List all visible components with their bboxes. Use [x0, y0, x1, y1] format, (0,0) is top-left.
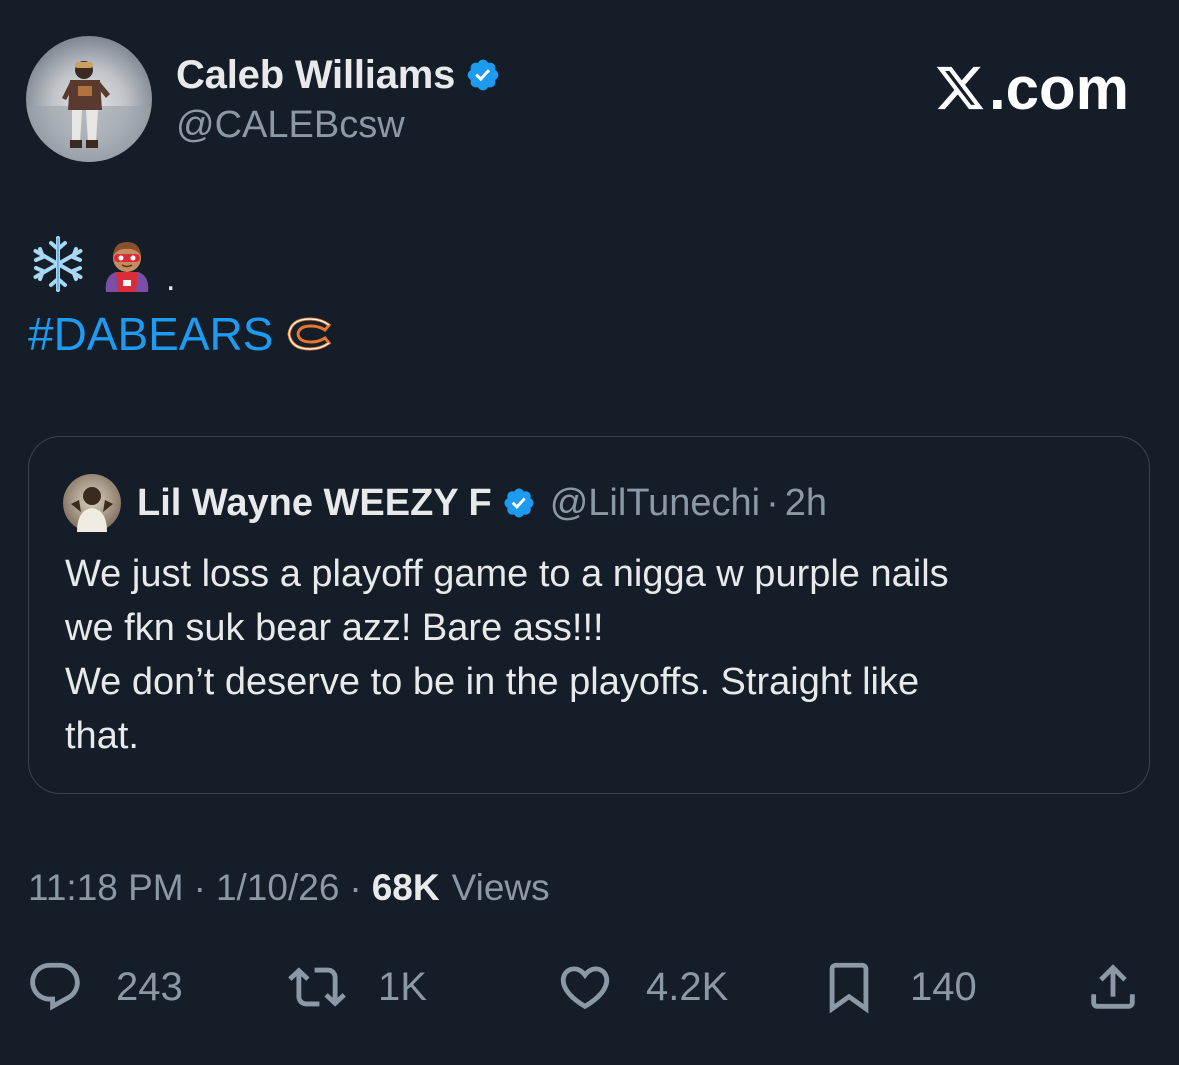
quoted-tweet-text: We just loss a playoff game to a nigga w…	[65, 547, 1115, 763]
author-handle[interactable]: @CALEBcsw	[176, 104, 405, 147]
quoted-separator: ·	[766, 481, 779, 524]
snowflake-icon	[33, 236, 83, 292]
quoted-avatar-image	[71, 487, 113, 532]
author-avatar[interactable]	[26, 36, 152, 162]
chicago-bears-logo-icon	[287, 317, 332, 351]
tweet-text: .	[28, 232, 176, 298]
reply-button[interactable]: 243	[26, 952, 183, 1022]
verified-badge-icon	[465, 57, 501, 93]
quoted-author-name[interactable]: Lil Wayne WEEZY F	[137, 482, 492, 525]
superhero-emoji-icon	[105, 242, 149, 292]
quoted-text-line: We just loss a playoff game to a nigga w…	[65, 553, 949, 595]
share-icon	[1091, 964, 1135, 1009]
quoted-author-handle[interactable]: @LilTunechi	[550, 482, 760, 525]
like-count: 4.2K	[646, 964, 729, 1009]
meta-separator: ·	[349, 867, 362, 908]
tweet-time[interactable]: 11:18 PM	[28, 867, 184, 909]
meta-separator: ·	[193, 867, 206, 908]
tweet-meta: 11:18 PM · 1/10/26 · 68K Views	[28, 866, 550, 910]
x-com-logo: .com	[933, 55, 1129, 122]
quoted-tweet-card[interactable]: Lil Wayne WEEZY F @LilTunechi · 2h We ju…	[28, 436, 1150, 794]
tweet-date[interactable]: 1/10/26	[216, 867, 339, 909]
repost-button[interactable]: 1K	[288, 952, 427, 1022]
site-label: .com	[988, 54, 1129, 122]
action-bar: 243 1K 4.2K 140	[26, 952, 1146, 1022]
quoted-author-avatar[interactable]	[63, 474, 121, 532]
share-button[interactable]	[1084, 952, 1142, 1022]
author-name-row[interactable]: Caleb Williams	[176, 52, 501, 98]
quoted-timestamp[interactable]: 2h	[785, 482, 827, 525]
bookmark-button[interactable]: 140	[820, 952, 977, 1022]
reply-count: 243	[116, 964, 183, 1009]
heart-icon	[560, 966, 610, 1010]
quoted-text-line: that.	[65, 715, 139, 757]
views-label[interactable]: Views	[452, 867, 550, 909]
hashtag-link[interactable]: #DABEARS	[28, 307, 273, 361]
quoted-text-line: We don’t deserve to be in the playoffs. …	[65, 661, 920, 703]
avatar-image	[26, 61, 152, 162]
quoted-tweet-header: Lil Wayne WEEZY F @LilTunechi · 2h	[63, 474, 827, 532]
tweet-page: Caleb Williams @CALEBcsw .com . #DABEARS…	[0, 0, 1179, 1065]
hashtag-row: #DABEARS	[28, 306, 335, 362]
views-count[interactable]: 68K	[372, 867, 440, 909]
repost-count: 1K	[378, 964, 427, 1009]
reply-icon	[30, 962, 80, 1011]
bookmark-count: 140	[910, 964, 977, 1009]
quoted-text-line: we fkn suk bear azz! Bare ass!!!	[65, 607, 604, 649]
repost-icon	[288, 967, 346, 1007]
like-button[interactable]: 4.2K	[556, 952, 728, 1022]
quoted-verified-badge-icon	[504, 488, 534, 518]
author-name[interactable]: Caleb Williams	[176, 53, 455, 98]
x-logo-icon	[936, 66, 984, 110]
tweet-trailing-dot: .	[166, 260, 176, 298]
bookmark-icon	[829, 962, 869, 1014]
